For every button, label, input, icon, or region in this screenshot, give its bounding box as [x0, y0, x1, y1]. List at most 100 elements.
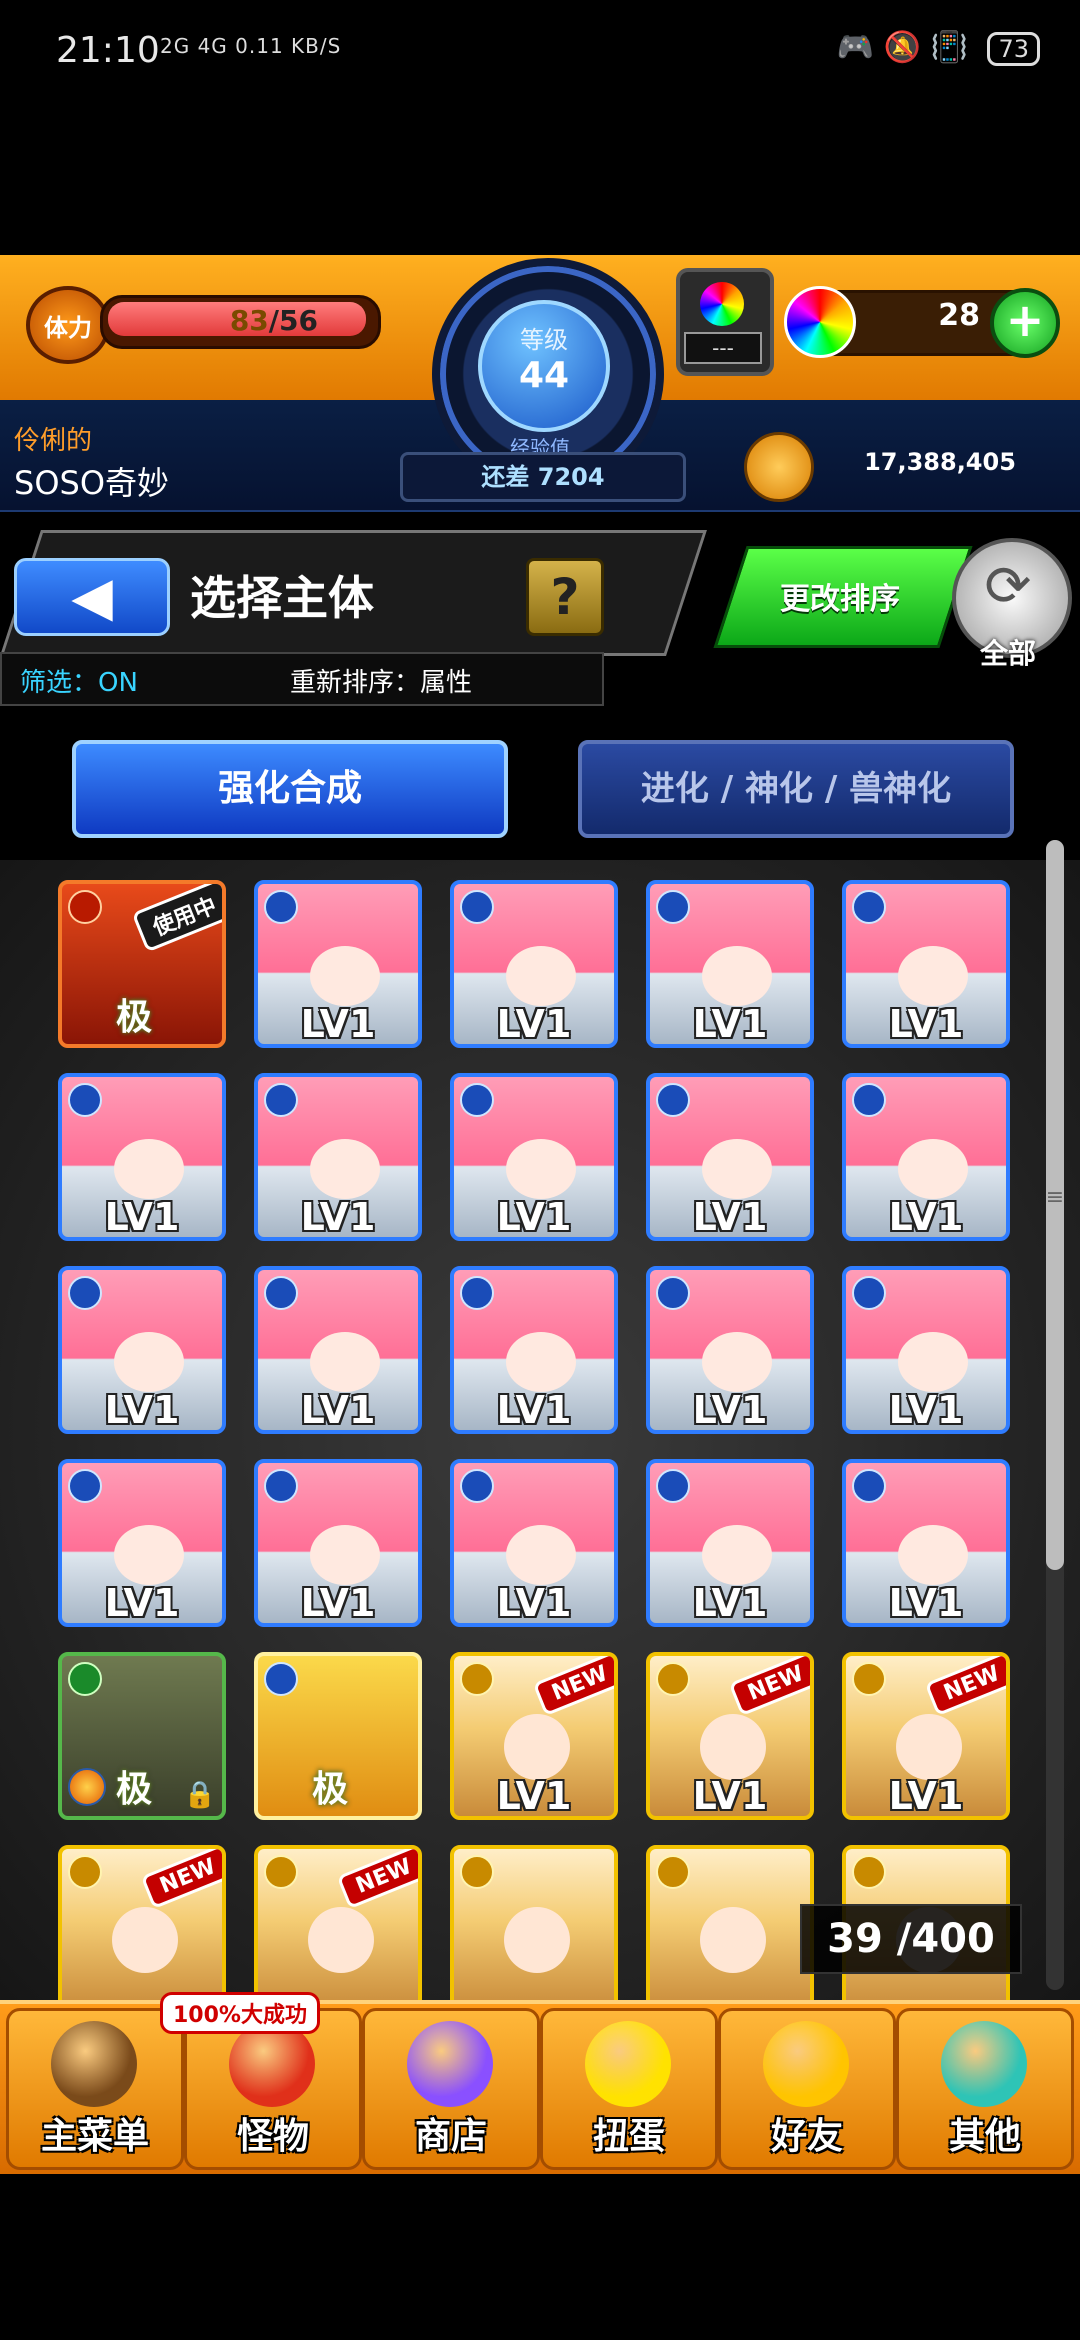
monster-level: LV1	[496, 1581, 572, 1625]
monster-card[interactable]: LV1	[842, 880, 1010, 1048]
element-icon	[656, 890, 690, 924]
element-icon	[68, 890, 102, 924]
monster-card[interactable]: LV1	[450, 1266, 618, 1434]
monster-level: LV1	[496, 1388, 572, 1432]
monster-card[interactable]: NEW LV1	[842, 1652, 1010, 1820]
element-icon	[460, 1469, 494, 1503]
monster-level: LV1	[496, 1774, 572, 1818]
nav-label: 其他	[948, 2116, 1021, 2157]
character-portrait	[506, 1139, 576, 1199]
element-icon	[264, 1855, 298, 1889]
monster-card[interactable]: NEW	[254, 1845, 422, 2000]
card-tag: NEW	[336, 1849, 418, 1910]
box-count: 39 /400	[800, 1904, 1022, 1974]
monster-card[interactable]: 极 🔒	[58, 1652, 226, 1820]
character-portrait	[702, 946, 772, 1006]
monster-card[interactable]: LV1	[842, 1459, 1010, 1627]
element-icon	[68, 1276, 102, 1310]
monster-card[interactable]: NEW LV1	[646, 1652, 814, 1820]
monster-level: LV1	[300, 1002, 376, 1046]
monster-card[interactable]: NEW	[58, 1845, 226, 2000]
monster-card[interactable]: LV1	[58, 1459, 226, 1627]
stamina-current: 83	[229, 304, 269, 337]
element-icon	[852, 890, 886, 924]
monster-card[interactable]	[646, 1845, 814, 2000]
element-icon	[852, 1469, 886, 1503]
exp-remaining: 还差 7204	[400, 452, 686, 502]
fire-orb-icon	[68, 1768, 106, 1806]
character-portrait	[506, 946, 576, 1006]
status-bar: 21:10 2G 4G 0.11 KB/S 🎮 🔕 📳 73	[0, 0, 1080, 110]
character-portrait	[702, 1525, 772, 1585]
nav-castle[interactable]: 主菜单	[6, 2008, 184, 2170]
sort-status[interactable]: 重新排序：属性	[290, 662, 472, 699]
monster-card[interactable]: LV1	[450, 1073, 618, 1241]
monster-card[interactable]: LV1	[646, 1073, 814, 1241]
monster-card[interactable]: LV1	[450, 1459, 618, 1627]
stamina-icon: 体力	[26, 286, 110, 364]
monster-card[interactable]: LV1	[254, 1266, 422, 1434]
monster-card[interactable]	[450, 1845, 618, 2000]
character-portrait	[310, 1332, 380, 1392]
monster-level: LV1	[692, 1388, 768, 1432]
nav-egg[interactable]: 扭蛋	[540, 2008, 718, 2170]
monster-card[interactable]: 使用中极	[58, 880, 226, 1048]
nav-friends[interactable]: 好友	[718, 2008, 896, 2170]
back-button[interactable]: ◀	[14, 558, 170, 636]
monster-card[interactable]: LV1	[842, 1073, 1010, 1241]
tab-enhance[interactable]: 强化合成	[72, 740, 508, 838]
player-name: SOSO奇妙	[14, 464, 170, 502]
castle-icon	[51, 2021, 137, 2107]
monster-card[interactable]: LV1	[450, 880, 618, 1048]
monster-card[interactable]: LV1	[646, 1459, 814, 1627]
character-portrait	[896, 1714, 962, 1780]
max-badge: 极	[312, 1769, 349, 1810]
element-icon	[656, 1662, 690, 1696]
character-portrait	[700, 1907, 766, 1973]
monster-card[interactable]: LV1	[254, 880, 422, 1048]
element-icon	[460, 1855, 494, 1889]
element-icon	[460, 1662, 494, 1696]
orb-icon	[407, 2021, 493, 2107]
monster-grid: 使用中极 LV1 LV1 LV1 LV1 LV1 LV1 LV1 LV1 LV1 LV1 LV1 LV1…	[0, 860, 1080, 2000]
monster-level: LV1	[888, 1002, 964, 1046]
monster-card[interactable]: NEW LV1	[450, 1652, 618, 1820]
card-tag: NEW	[140, 1849, 222, 1910]
monster-level: LV1	[496, 1195, 572, 1239]
card-tag: 使用中	[131, 884, 222, 953]
monster-level: LV1	[104, 1388, 180, 1432]
element-icon	[264, 1276, 298, 1310]
filter-toggle[interactable]: 筛选：ON	[20, 662, 138, 699]
status-icons: 🎮 🔕 📳 73	[837, 30, 1040, 66]
level-badge[interactable]: 等级 44	[478, 300, 610, 432]
gold-amount: 17,388,405	[864, 448, 1016, 476]
monster-card[interactable]: LV1	[254, 1073, 422, 1241]
nav-orb[interactable]: 商店	[362, 2008, 540, 2170]
character-portrait	[310, 1139, 380, 1199]
lock-icon: 🔒	[183, 1780, 216, 1810]
nav-other[interactable]: 其他	[896, 2008, 1074, 2170]
status-time: 21:10	[56, 30, 160, 71]
monster-card[interactable]: LV1	[646, 1266, 814, 1434]
help-button[interactable]: ?	[526, 558, 604, 636]
element-icon	[264, 1662, 298, 1696]
monster-card[interactable]: LV1	[58, 1266, 226, 1434]
monster-card[interactable]: LV1	[254, 1459, 422, 1627]
all-label[interactable]: 全部	[952, 632, 1064, 672]
monster-card[interactable]: LV1	[58, 1073, 226, 1241]
character-portrait	[898, 1139, 968, 1199]
monster-card[interactable]: LV1	[842, 1266, 1010, 1434]
change-sort-label[interactable]: 更改排序	[730, 574, 950, 618]
monster-card[interactable]: LV1	[646, 880, 814, 1048]
tab-evolve[interactable]: 进化 / 神化 / 兽神化	[578, 740, 1014, 838]
other-icon	[941, 2021, 1027, 2107]
character-portrait	[702, 1139, 772, 1199]
element-icon	[656, 1469, 690, 1503]
add-orbs-button[interactable]: +	[990, 288, 1060, 358]
monster-card[interactable]: 极	[254, 1652, 422, 1820]
element-icon	[68, 1469, 102, 1503]
orb-count: 28	[938, 298, 980, 333]
character-portrait	[898, 1525, 968, 1585]
element-icon	[852, 1276, 886, 1310]
scroll-grip-icon: ≡	[1045, 1185, 1065, 1210]
